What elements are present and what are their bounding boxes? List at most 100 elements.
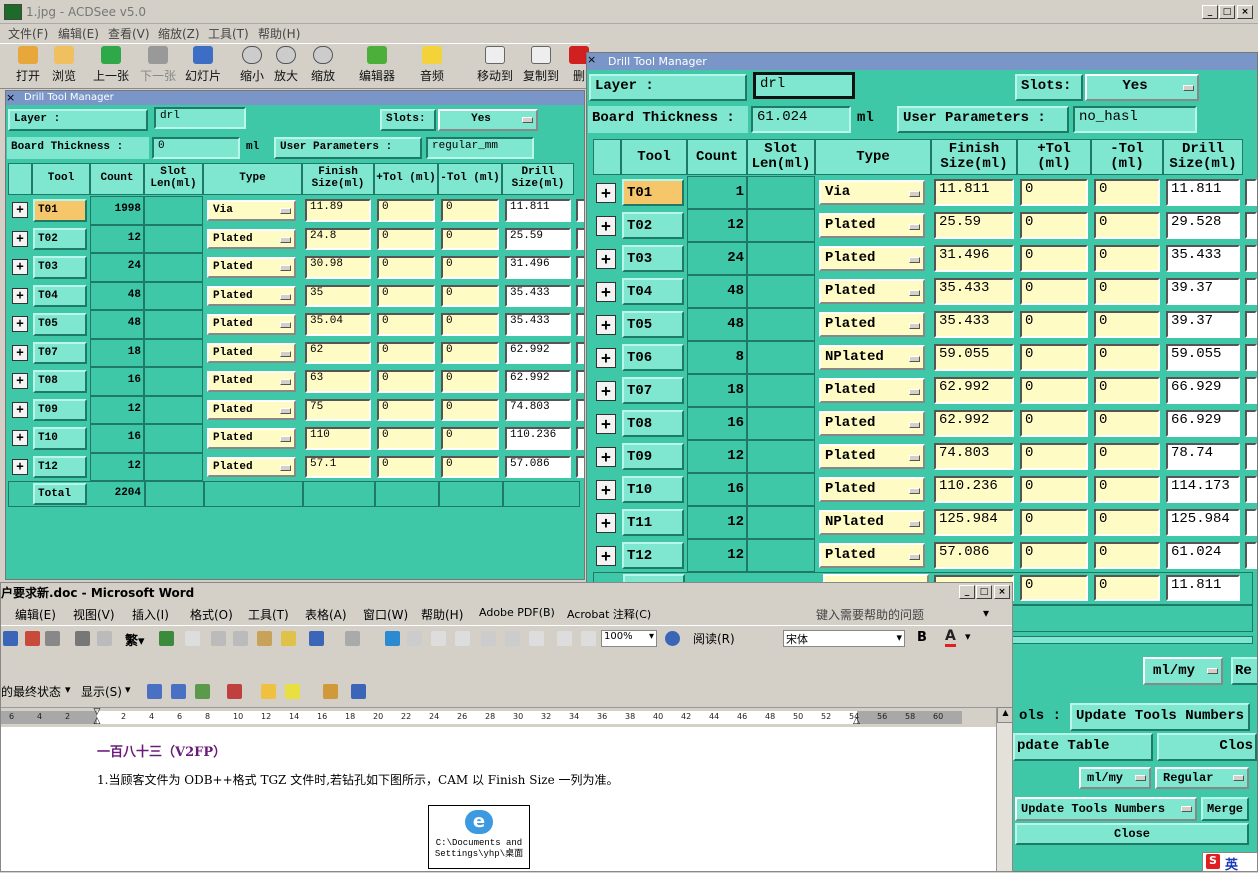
drill-size-field[interactable]: 66.929 bbox=[1166, 410, 1240, 437]
expand-plus-icon[interactable]: + bbox=[12, 401, 28, 418]
finish-size-field[interactable]: 110 bbox=[305, 427, 371, 450]
minus-tol-field[interactable]: 0 bbox=[1094, 509, 1160, 536]
expand-plus-icon[interactable]: + bbox=[596, 447, 616, 467]
minus-tol-field[interactable]: 0 bbox=[441, 227, 499, 250]
minus-tol-field[interactable]: 0 bbox=[441, 199, 499, 222]
word-menu-tools[interactable]: 工具(T) bbox=[248, 606, 289, 623]
expand-plus-icon[interactable]: + bbox=[596, 348, 616, 368]
reviewing-pane-icon[interactable] bbox=[351, 684, 366, 699]
next-column-field[interactable] bbox=[576, 227, 584, 250]
show-hide-icon[interactable] bbox=[557, 631, 572, 646]
type-select[interactable]: Plated bbox=[819, 213, 925, 238]
zoom-in-button[interactable]: 放大 bbox=[274, 46, 298, 84]
menu-edit[interactable]: 编辑(E) bbox=[58, 25, 99, 42]
accept-change-icon[interactable] bbox=[195, 684, 210, 699]
tool-name-button[interactable]: T05 bbox=[622, 311, 684, 338]
drill-size-field[interactable]: 11.811 bbox=[505, 199, 571, 222]
finish-size-field[interactable]: 31.496 bbox=[934, 245, 1014, 272]
tool-name-button[interactable]: T01 bbox=[622, 179, 684, 206]
tool-name-button[interactable]: T07 bbox=[622, 377, 684, 404]
document-map-icon[interactable] bbox=[529, 631, 544, 646]
minus-tol-field[interactable]: 0 bbox=[441, 341, 499, 364]
editor-button[interactable]: 编辑器 bbox=[359, 46, 395, 84]
finish-size-field[interactable]: 11.811 bbox=[934, 179, 1014, 206]
drill-size-field[interactable]: 35.433 bbox=[1166, 245, 1240, 272]
save-icon[interactable] bbox=[3, 631, 18, 646]
minus-tol-field[interactable]: 0 bbox=[1094, 179, 1160, 206]
document-page[interactable]: 一百八十三（V2FP） 1.当顾客文件为 ODB++格式 TGZ 文件时,若钻孔… bbox=[1, 727, 996, 871]
expand-plus-icon[interactable]: + bbox=[596, 381, 616, 401]
type-select[interactable]: Plated bbox=[207, 399, 296, 420]
menu-view[interactable]: 查看(V) bbox=[108, 25, 150, 42]
drill-size-field[interactable]: 66.929 bbox=[1166, 377, 1240, 404]
help-icon[interactable] bbox=[665, 631, 680, 646]
expand-plus-icon[interactable]: + bbox=[596, 216, 616, 236]
type-select[interactable]: Via bbox=[207, 200, 296, 221]
help-search-box[interactable]: 键入需要帮助的问题 bbox=[816, 606, 924, 623]
vertical-scrollbar[interactable]: ▲ bbox=[996, 707, 1012, 871]
type-select[interactable]: Plated bbox=[819, 543, 925, 568]
minus-tol-field[interactable]: 0 bbox=[441, 398, 499, 421]
regular-select[interactable]: Regular bbox=[1155, 767, 1249, 789]
insert-excel-icon[interactable] bbox=[455, 631, 470, 646]
next-column-field[interactable] bbox=[1245, 179, 1257, 206]
plus-tol-field[interactable]: 0 bbox=[377, 284, 435, 307]
minus-tol-field[interactable]: 0 bbox=[1094, 476, 1160, 503]
menu-zoom[interactable]: 缩放(Z) bbox=[158, 25, 200, 42]
drill-size-field[interactable]: 114.173 bbox=[1166, 476, 1240, 503]
expand-plus-icon[interactable]: + bbox=[596, 249, 616, 269]
drill-size-field[interactable]: 62.992 bbox=[505, 370, 571, 393]
finish-size-field[interactable]: 57.086 bbox=[934, 542, 1014, 569]
next-button[interactable]: 下一张 bbox=[140, 46, 176, 84]
plus-tol-field[interactable]: 0 bbox=[1020, 443, 1088, 470]
expand-plus-icon[interactable]: + bbox=[596, 546, 616, 566]
type-select[interactable]: Plated bbox=[207, 285, 296, 306]
minus-tol-field[interactable]: 0 bbox=[441, 427, 499, 450]
board-thickness-field[interactable]: 0 bbox=[152, 137, 240, 159]
plus-tol-field[interactable]: 0 bbox=[1020, 344, 1088, 371]
drill-size-field[interactable]: 39.37 bbox=[1166, 278, 1240, 305]
type-select[interactable]: Via bbox=[819, 180, 925, 205]
finish-size-field[interactable]: 35 bbox=[305, 284, 371, 307]
drill-size-field[interactable]: 78.74 bbox=[1166, 443, 1240, 470]
plus-tol-field[interactable]: 0 bbox=[377, 256, 435, 279]
next-column-field[interactable] bbox=[1245, 476, 1257, 503]
finish-size-field[interactable]: 35.433 bbox=[934, 278, 1014, 305]
tool-name-button[interactable]: T09 bbox=[33, 398, 87, 421]
zoom-button[interactable]: 缩放 bbox=[311, 46, 335, 84]
word-menu-help[interactable]: 帮助(H) bbox=[421, 606, 463, 623]
type-select[interactable]: Plated bbox=[207, 428, 296, 449]
type-select[interactable]: Plated bbox=[819, 444, 925, 469]
next-column-field[interactable] bbox=[1245, 311, 1257, 338]
next-column-field[interactable] bbox=[576, 341, 584, 364]
next-column-field[interactable] bbox=[576, 199, 584, 222]
drill-size-field[interactable]: 59.055 bbox=[1166, 344, 1240, 371]
tool-name-button[interactable]: T04 bbox=[622, 278, 684, 305]
drill-size-field[interactable]: 74.803 bbox=[505, 398, 571, 421]
drill-size-field[interactable]: 39.37 bbox=[1166, 311, 1240, 338]
print-preview-icon[interactable] bbox=[97, 631, 112, 646]
help-dropdown-icon[interactable]: ▾ bbox=[983, 606, 989, 620]
next-column-field[interactable] bbox=[1245, 443, 1257, 470]
show-dropdown-icon[interactable]: ▾ bbox=[125, 683, 131, 696]
type-select[interactable]: NPlated bbox=[819, 510, 925, 535]
expand-plus-icon[interactable]: + bbox=[12, 316, 28, 332]
minus-tol-field[interactable]: 0 bbox=[1094, 278, 1160, 305]
drill-size-field[interactable]: 35.433 bbox=[505, 284, 571, 307]
minus-tol-field[interactable]: 0 bbox=[1094, 443, 1160, 470]
type-select[interactable]: Plated bbox=[819, 378, 925, 403]
tool-name-button[interactable]: T12 bbox=[33, 455, 87, 478]
plus-tol-field[interactable]: 0 bbox=[1020, 179, 1088, 206]
plus-tol-field[interactable]: 0 bbox=[377, 455, 435, 478]
expand-plus-icon[interactable]: + bbox=[12, 230, 28, 247]
tool-name-button[interactable]: T11 bbox=[622, 509, 684, 536]
previous-change-icon[interactable] bbox=[147, 684, 162, 699]
audio-button[interactable]: 音频 bbox=[420, 46, 444, 84]
word-menu-format[interactable]: 格式(O) bbox=[190, 606, 233, 623]
tool-name-button[interactable]: T02 bbox=[622, 212, 684, 239]
next-column-field[interactable] bbox=[576, 370, 584, 393]
expand-plus-icon[interactable]: + bbox=[12, 430, 28, 446]
word-menu-insert[interactable]: 插入(I) bbox=[132, 606, 169, 623]
printer-icon[interactable] bbox=[75, 631, 90, 646]
minus-tol-field[interactable]: 0 bbox=[1094, 245, 1160, 272]
